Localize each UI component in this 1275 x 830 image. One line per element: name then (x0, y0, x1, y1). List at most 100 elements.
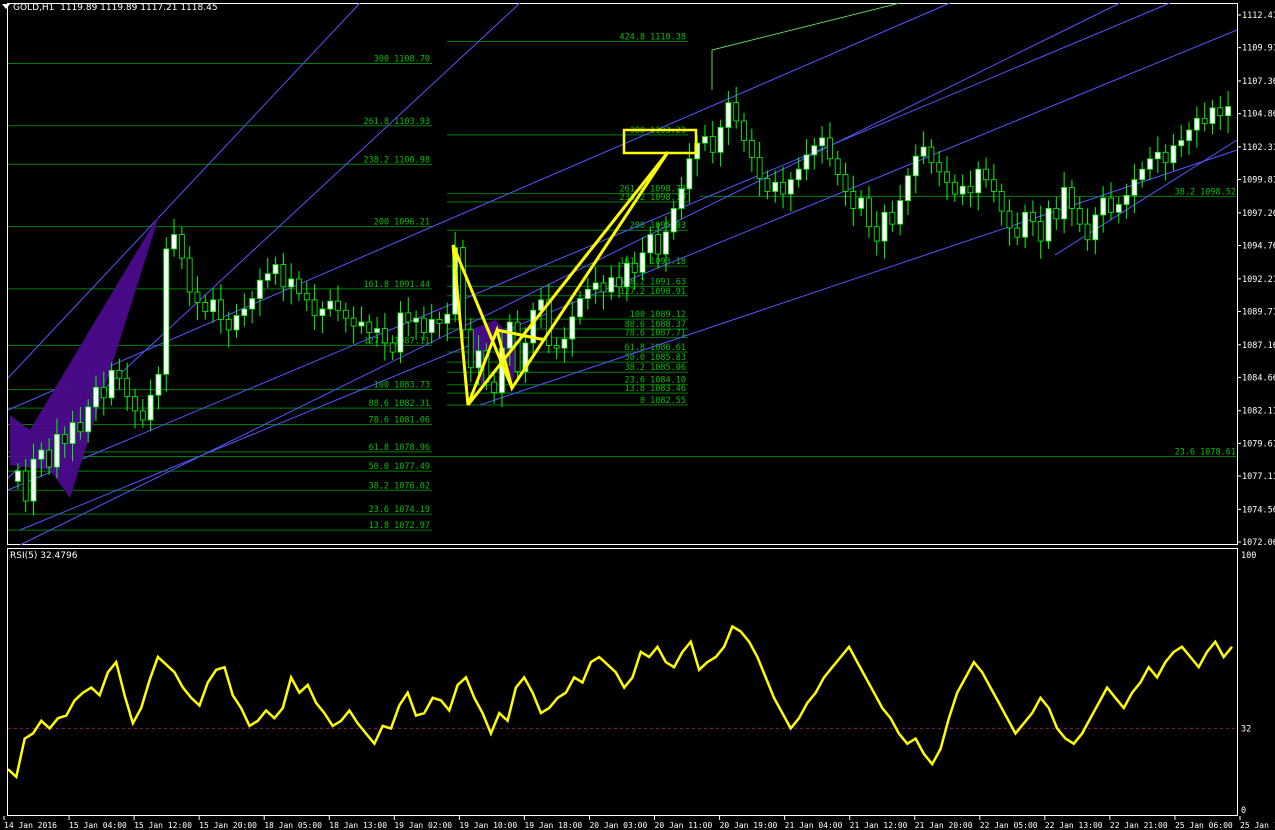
candle-body (116, 369, 123, 379)
y-tick-label: 1087.16 (1242, 341, 1275, 351)
candle-body (15, 470, 21, 482)
candle-body (850, 191, 857, 209)
candle-body (670, 208, 677, 233)
candle-body (100, 386, 107, 399)
candle-body (1053, 208, 1060, 220)
fib-level-label: 50.0 1085.83 (625, 353, 686, 363)
candle-body (827, 137, 833, 160)
y-tick-label: 1094.76 (1242, 242, 1275, 252)
candle-body (1076, 208, 1083, 225)
chart-window[interactable]: 300 1108.70 261.8 1103.93 238.2 1100.98 200… (0, 0, 1275, 830)
candle-body (897, 200, 904, 225)
candle-body (1108, 197, 1114, 213)
candle-body (834, 158, 841, 175)
candle-body (577, 298, 583, 318)
candle-body (990, 179, 997, 192)
candle-body (436, 319, 443, 324)
candle-body (491, 381, 498, 393)
candle-body (842, 174, 849, 192)
candle-body (1201, 117, 1208, 124)
candle-body (608, 277, 615, 293)
candle-body (881, 211, 888, 242)
candle-body (1139, 168, 1146, 181)
candle-body (709, 136, 716, 153)
candle-body (1061, 187, 1068, 220)
candle-body (787, 179, 794, 195)
candle-body (30, 458, 37, 502)
candle-body (584, 289, 591, 299)
candle-body (155, 373, 162, 396)
candle-body (405, 312, 412, 323)
candle-body (46, 449, 53, 468)
candle-body (397, 312, 404, 353)
candle-body (1170, 145, 1177, 164)
candle-body (147, 394, 154, 421)
candle-body (889, 211, 896, 225)
candle-body (467, 329, 474, 369)
fib-level-label: 61.8 1086.61 (625, 343, 686, 353)
rsi-tick-label: 0 (1241, 806, 1246, 816)
rsi-title: RSI(5) 32.4796 (10, 551, 78, 561)
fib-level-label: 161.8 1091.44 (363, 280, 430, 290)
candle-body (920, 146, 927, 157)
candle-body (741, 120, 747, 141)
x-tick-label: 20 Jan 03:00 (589, 821, 647, 830)
candle-body (811, 145, 818, 156)
candle-body (241, 308, 248, 316)
candle-body (748, 140, 755, 158)
candle-body (1178, 140, 1185, 147)
fib-level-label: 127.2 1090.91 (619, 287, 686, 297)
candle-body (795, 168, 802, 181)
fib-level-label: 13.8 1072.97 (369, 521, 430, 531)
candle-body (335, 300, 341, 311)
candle-body (1162, 151, 1169, 164)
chart-title: GOLD,H1 1119.89 1119.89 1117.21 1118.45 (2, 3, 218, 13)
candle-body (803, 154, 810, 170)
rsi-tick-label: 32 (1241, 724, 1251, 734)
candle-body (358, 321, 365, 327)
candle-body (725, 102, 732, 128)
candle-body (1131, 179, 1138, 196)
candle-body (1092, 214, 1099, 241)
candle-body (772, 181, 779, 192)
candle-body (444, 313, 451, 324)
candle-body (873, 226, 880, 242)
dropdown-triangle-icon[interactable] (2, 4, 10, 9)
candle-body (647, 234, 654, 254)
candle-body (678, 188, 685, 209)
candle-body (327, 300, 334, 310)
fib-level-label: 200 1096.21 (374, 218, 430, 228)
price-chart[interactable]: 300 1108.70 261.8 1103.93 238.2 1100.98 200… (0, 0, 1275, 830)
fib-level-label: 127.2 1087.11 (363, 336, 430, 346)
candle-body (210, 299, 216, 313)
x-tick-label: 21 Jan 20:00 (915, 821, 973, 830)
ohlc-readout: 1119.89 1119.89 1117.21 1118.45 (60, 3, 218, 13)
candle-body (389, 342, 396, 353)
candle-body (1022, 211, 1028, 238)
y-tick-label: 1099.81 (1242, 176, 1275, 186)
candle-body (124, 377, 131, 397)
candle-body (186, 257, 193, 293)
candle-body (319, 308, 326, 316)
candle-body (77, 422, 84, 433)
y-tick-label: 1107.36 (1242, 77, 1275, 87)
candle-body (912, 155, 919, 177)
candle-body (1115, 204, 1122, 213)
candle-body (1154, 151, 1161, 160)
x-tick-label: 19 Jan 10:00 (459, 821, 517, 830)
y-tick-label: 1102.31 (1242, 143, 1275, 153)
candle-body (1123, 194, 1130, 205)
candle-body (702, 136, 708, 144)
candle-body (928, 146, 935, 164)
x-tick-label: 25 Jan 14:00 (1240, 821, 1275, 830)
x-tick-label: 20 Jan 19:00 (720, 821, 778, 830)
candle-body (311, 299, 318, 316)
x-tick-label: 25 Jan 06:00 (1175, 821, 1233, 830)
x-tick-label: 19 Jan 02:00 (394, 821, 452, 830)
candle-body (272, 264, 279, 275)
candle-body (975, 168, 982, 194)
candle-body (61, 433, 68, 444)
fib-level-label: 100 1089.12 (630, 310, 686, 320)
y-tick-label: 1082.11 (1242, 407, 1275, 417)
x-tick-label: 18 Jan 13:00 (329, 821, 387, 830)
